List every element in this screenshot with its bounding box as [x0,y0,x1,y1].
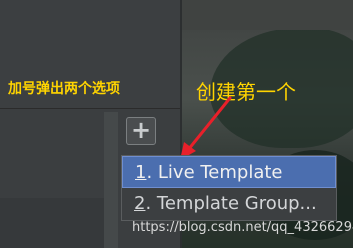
annotation-add-options: 加号弹出两个选项 [8,81,120,97]
menu-item-mnemonic: 2 [134,193,146,214]
menu-item-label: . Template Group... [145,193,317,214]
add-button[interactable]: + [126,117,156,145]
menu-item-label: . Live Template [146,162,283,183]
pane-divider [0,108,180,109]
annotation-create-first: 创建第一个 [196,80,296,104]
menu-item-live-template[interactable]: 1. Live Template [122,156,336,188]
template-list-footer [0,198,104,248]
scrollbar-track[interactable] [104,112,118,248]
watermark-url: https://blog.csdn.net/qq_43266294 [132,220,353,235]
menu-item-template-group[interactable]: 2. Template Group... [122,188,336,220]
background-top-band [182,0,353,30]
menu-item-mnemonic: 1 [135,162,147,183]
add-popup-menu: 1. Live Template 2. Template Group... [121,155,337,221]
